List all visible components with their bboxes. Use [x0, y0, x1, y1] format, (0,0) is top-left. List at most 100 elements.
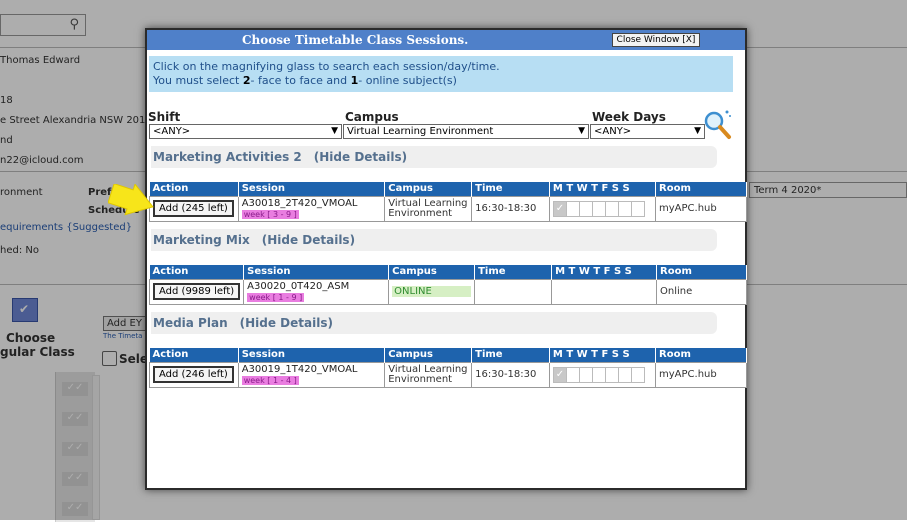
- hide-details-link[interactable]: (Hide Details): [314, 150, 407, 164]
- instructions-box: Click on the magnifying glass to search …: [149, 56, 733, 92]
- day-checkbox[interactable]: [617, 200, 632, 217]
- yellow-arrow-icon: [108, 184, 154, 216]
- shift-select[interactable]: <ANY> ▼: [149, 124, 342, 139]
- week-range-badge: week [ 1 - 4 ]: [241, 375, 299, 385]
- day-checkbox[interactable]: ✓: [552, 366, 567, 383]
- table-header-row: Action Session Campus Time M T W T F S S…: [149, 265, 747, 279]
- table-row: Add (245 left) A30018_2T420_VMOAL week [ …: [149, 195, 747, 222]
- session-table: Action Session Campus Time M T W T F S S…: [149, 348, 747, 388]
- room-cell: myAPC.hub: [655, 195, 747, 222]
- room-cell: Online: [656, 278, 747, 305]
- weekdays-select-value: <ANY>: [594, 126, 632, 137]
- add-session-button[interactable]: Add (245 left): [153, 200, 234, 217]
- action-cell: Add (246 left): [149, 361, 239, 388]
- subject-name: Marketing Mix: [153, 233, 250, 247]
- column-header-days: M T W T F S S: [551, 265, 658, 279]
- day-checkbox[interactable]: [604, 366, 619, 383]
- shift-select-value: <ANY>: [153, 126, 191, 137]
- add-session-button[interactable]: Add (9989 left): [153, 283, 241, 300]
- campus-select-value: Virtual Learning Environment: [347, 126, 494, 137]
- table-header-row: Action Session Campus Time M T W T F S S…: [149, 348, 747, 362]
- session-cell: A30019_1T420_VMOAL week [ 1 - 4 ]: [237, 361, 386, 388]
- days-cell: [551, 278, 658, 305]
- session-code: A30020_0T420_ASM: [247, 280, 350, 292]
- column-header-days: M T W T F S S: [549, 348, 657, 362]
- column-header-days: M T W T F S S: [549, 182, 657, 196]
- column-header-time: Time: [474, 265, 553, 279]
- day-checkbox[interactable]: ✓: [552, 200, 567, 217]
- day-checkbox[interactable]: [591, 200, 606, 217]
- instruction-text: - online subject(s): [358, 74, 457, 87]
- subject-header-media-plan: Media Plan (Hide Details): [151, 312, 717, 334]
- campus-line-2: Environment: [388, 373, 453, 385]
- day-checkbox[interactable]: [565, 200, 580, 217]
- table-row: Add (9989 left) A30020_0T420_ASM week [ 1…: [148, 278, 747, 305]
- day-checkbox[interactable]: [578, 366, 593, 383]
- modal-title: Choose Timetable Class Sessions.: [242, 33, 469, 47]
- subject-name: Marketing Activities 2: [153, 150, 302, 164]
- column-header-session: Session: [238, 182, 386, 196]
- chevron-down-icon: ▼: [331, 126, 338, 136]
- face-to-face-count: 2: [242, 74, 251, 87]
- campus-line-2: Environment: [388, 207, 453, 219]
- column-header-session: Session: [238, 348, 386, 362]
- modal-header: Choose Timetable Class Sessions. Close W…: [147, 30, 745, 50]
- campus-cell: ONLINE: [388, 278, 476, 305]
- column-header-room: Room: [655, 348, 747, 362]
- chevron-down-icon: ▼: [578, 126, 585, 136]
- hide-details-link[interactable]: (Hide Details): [240, 316, 333, 330]
- action-cell: Add (245 left): [149, 195, 239, 222]
- magnifying-glass-icon[interactable]: [702, 108, 732, 140]
- column-header-room: Room: [656, 265, 747, 279]
- time-cell: 16:30-18:30: [471, 195, 550, 222]
- subject-header-marketing-mix: Marketing Mix (Hide Details): [151, 229, 717, 251]
- table-header-row: Action Session Campus Time M T W T F S S…: [149, 182, 747, 196]
- week-range-badge: week [ 3 - 9 ]: [241, 209, 299, 219]
- online-campus-badge: ONLINE: [392, 286, 472, 297]
- add-session-button[interactable]: Add (246 left): [153, 366, 234, 383]
- day-checkbox[interactable]: [617, 366, 632, 383]
- week-range-badge: week [ 1 - 9 ]: [247, 292, 305, 302]
- session-code: A30018_2T420_VMOAL: [241, 197, 358, 209]
- days-cell: ✓: [548, 361, 657, 388]
- subject-header-marketing-activities-2: Marketing Activities 2 (Hide Details): [151, 146, 717, 168]
- room-cell: myAPC.hub: [655, 361, 747, 388]
- session-code: A30019_1T420_VMOAL: [241, 363, 358, 375]
- column-header-session: Session: [243, 265, 390, 279]
- chevron-down-icon: ▼: [694, 126, 701, 136]
- weekdays-label: Week Days: [592, 110, 666, 124]
- table-row: Add (246 left) A30019_1T420_VMOAL week [ …: [149, 361, 747, 388]
- days-cell: ✓: [548, 195, 657, 222]
- instruction-text: - face to face and: [250, 74, 351, 87]
- column-header-action: Action: [149, 348, 239, 362]
- weekdays-select[interactable]: <ANY> ▼: [590, 124, 705, 139]
- subject-name: Media Plan: [153, 316, 228, 330]
- day-checkbox[interactable]: [630, 200, 645, 217]
- session-cell: A30020_0T420_ASM week [ 1 - 9 ]: [243, 278, 390, 305]
- column-header-room: Room: [655, 182, 747, 196]
- close-window-button[interactable]: Close Window [X]: [612, 33, 700, 47]
- column-header-campus: Campus: [384, 182, 473, 196]
- hide-details-link[interactable]: (Hide Details): [262, 233, 355, 247]
- campus-name: Virtual Learning Environment: [388, 364, 468, 385]
- campus-cell: Virtual Learning Environment: [384, 195, 473, 222]
- day-checkbox[interactable]: [578, 200, 593, 217]
- campus-label: Campus: [345, 110, 399, 124]
- instruction-line-1: Click on the magnifying glass to search …: [153, 60, 500, 73]
- column-header-action: Action: [149, 265, 245, 279]
- day-checkbox[interactable]: [591, 366, 606, 383]
- column-header-action: Action: [149, 182, 239, 196]
- column-header-time: Time: [471, 348, 550, 362]
- column-header-time: Time: [471, 182, 550, 196]
- session-table: Action Session Campus Time M T W T F S S…: [148, 265, 747, 305]
- day-checkbox[interactable]: [630, 366, 645, 383]
- instruction-line-2: You must select 2- face to face and 1- o…: [153, 74, 729, 88]
- day-checkbox[interactable]: [604, 200, 619, 217]
- shift-label: Shift: [148, 110, 181, 124]
- timetable-modal: Choose Timetable Class Sessions. Close W…: [145, 28, 747, 490]
- campus-name: Virtual Learning Environment: [388, 198, 468, 219]
- campus-cell: Virtual Learning Environment: [384, 361, 473, 388]
- day-checkbox[interactable]: [565, 366, 580, 383]
- campus-select[interactable]: Virtual Learning Environment ▼: [343, 124, 589, 139]
- column-header-campus: Campus: [388, 265, 476, 279]
